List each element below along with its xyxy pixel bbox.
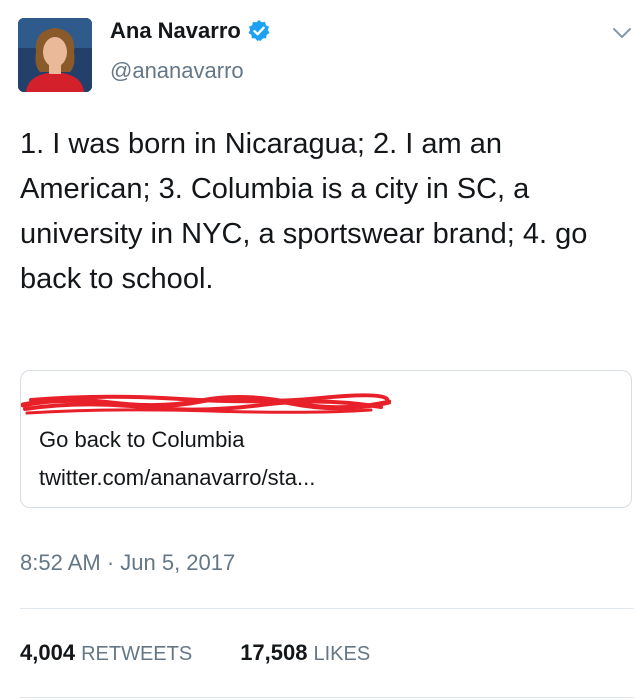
tweet-stats: 4,004 RETWEETS 17,508 LIKES [20, 640, 418, 666]
retweets-label: RETWEETS [81, 643, 193, 665]
likes-label: LIKES [313, 643, 371, 665]
verified-badge-icon [248, 20, 270, 41]
quoted-tweet-text: Go back to Columbia [39, 427, 245, 452]
chevron-down-icon[interactable] [612, 26, 632, 40]
author-name-row: Ana Navarro [110, 18, 271, 44]
quoted-tweet[interactable]: Go back to Columbia twitter.com/ananavar… [20, 370, 632, 508]
avatar[interactable] [18, 18, 92, 92]
quoted-tweet-link[interactable]: twitter.com/ananavarro/sta... [39, 465, 315, 491]
avatar-image [18, 18, 92, 92]
divider [20, 697, 634, 698]
author-handle[interactable]: @ananavarro [110, 58, 244, 84]
likes-count: 17,508 [240, 640, 308, 665]
retweets-count: 4,004 [20, 640, 76, 665]
tweet-timestamp[interactable]: 8:52 AM · Jun 5, 2017 [20, 550, 235, 576]
author-name[interactable]: Ana Navarro [110, 18, 241, 44]
divider [20, 608, 634, 609]
likes-stat[interactable]: 17,508 LIKES [240, 640, 370, 666]
tweet-text: 1. I was born in Nicaragua; 2. I am an A… [20, 128, 588, 295]
redaction-scribble [21, 393, 391, 415]
retweets-stat[interactable]: 4,004 RETWEETS [20, 640, 192, 666]
